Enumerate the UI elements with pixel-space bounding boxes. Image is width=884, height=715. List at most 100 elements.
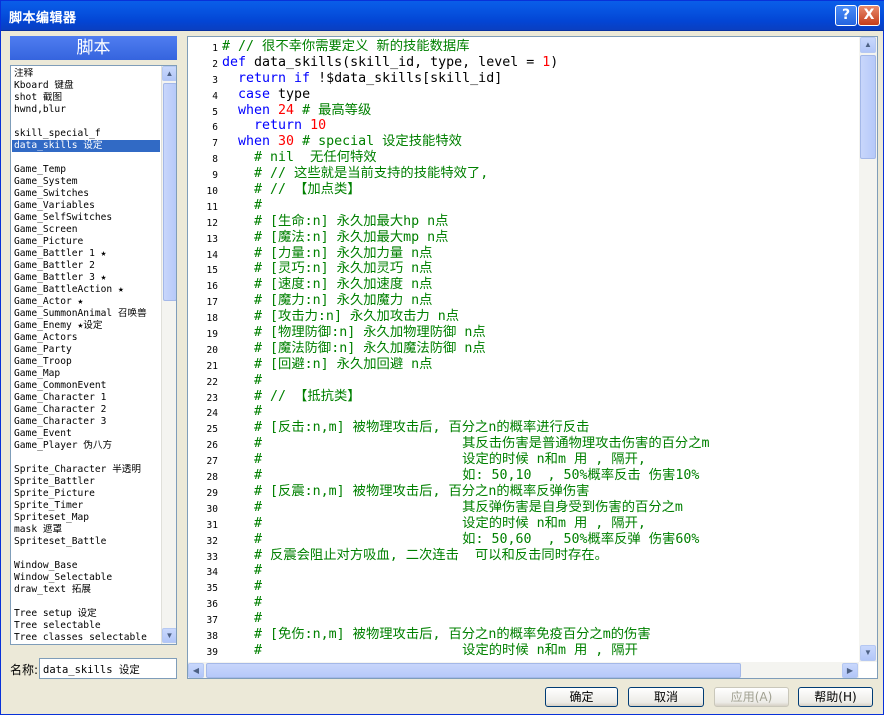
close-button[interactable]: X <box>858 5 880 26</box>
help-button[interactable]: 帮助(H) <box>798 687 873 707</box>
script-list-item[interactable]: Tree setup 设定 <box>12 608 160 620</box>
code-line[interactable]: 22 # <box>188 373 858 389</box>
help-title-button[interactable]: ? <box>835 5 857 26</box>
script-list-item[interactable]: Window_Selectable <box>12 572 160 584</box>
script-list-item[interactable]: Game_Character 3 <box>12 416 160 428</box>
title-bar[interactable]: 脚本编辑器 ? X <box>1 1 884 31</box>
script-list-item[interactable]: data_skills 设定 <box>12 140 160 152</box>
script-list-item[interactable]: hwnd,blur <box>12 104 160 116</box>
scroll-right-arrow-icon[interactable]: ▶ <box>842 663 858 678</box>
code-horizontal-scroll-thumb[interactable] <box>206 663 741 678</box>
script-list-item[interactable]: Sprite_Timer <box>12 500 160 512</box>
code-line[interactable]: 9 # // 这些就是当前支持的技能特效了, <box>188 166 858 182</box>
scroll-left-arrow-icon[interactable]: ◀ <box>188 663 204 678</box>
script-list-item[interactable]: Game_Switches <box>12 188 160 200</box>
script-list-scrollbar[interactable]: ▲ ▼ <box>161 66 176 644</box>
script-list-item[interactable]: mask 遮罩 <box>12 524 160 536</box>
script-list-item[interactable]: Game_Picture <box>12 236 160 248</box>
script-list-item[interactable]: Game_Actors <box>12 332 160 344</box>
script-list-item[interactable]: Kboard 键盘 <box>12 80 160 92</box>
code-line[interactable]: 26 # 其反击伤害是普通物理攻击伤害的百分之m <box>188 436 858 452</box>
code-line[interactable]: 10 # // 【加点类】 <box>188 182 858 198</box>
script-list-item[interactable]: Game_Player 伪八方 <box>12 440 160 452</box>
code-line[interactable]: 23 # // 【抵抗类】 <box>188 389 858 405</box>
code-vertical-scrollbar[interactable]: ▲ ▼ <box>859 37 877 662</box>
ok-button[interactable]: 确定 <box>545 687 618 707</box>
code-line[interactable]: 33 # 反震会阻止对方吸血, 二次连击 可以和反击同时存在。 <box>188 548 858 564</box>
cancel-button[interactable]: 取消 <box>628 687 704 707</box>
code-line[interactable]: 8 # nil 无任何特效 <box>188 150 858 166</box>
script-list-item[interactable]: Game_Temp <box>12 164 160 176</box>
script-list-item[interactable]: draw_text 拓展 <box>12 584 160 596</box>
code-line[interactable]: 7 when 30 # special 设定技能特效 <box>188 134 858 150</box>
script-list-item[interactable]: Tree selectable <box>12 620 160 632</box>
code-line[interactable]: 1 # // 很不幸你需要定义 新的技能数据库 <box>188 39 858 55</box>
script-list[interactable]: 注释 Kboard 键盘 shot 截图 hwnd,blur skill_special… <box>10 65 177 645</box>
code-line[interactable]: 29 # [反震:n,m] 被物理攻击后, 百分之n的概率反弹伤害 <box>188 484 858 500</box>
script-list-item[interactable]: Game_Enemy ★设定 <box>12 320 160 332</box>
code-line[interactable]: 38 # [免伤:n,m] 被物理攻击后, 百分之n的概率免疫百分之m的伤害 <box>188 627 858 643</box>
code-line[interactable]: 25 # [反击:n,m] 被物理攻击后, 百分之n的概率进行反击 <box>188 420 858 436</box>
code-line[interactable]: 34 # <box>188 563 858 579</box>
code-line[interactable]: 20 # [魔法防御:n] 永久加魔法防御 n点 <box>188 341 858 357</box>
code-line[interactable]: 39 # 设定的时候 n和m 用 , 隔开 <box>188 643 858 659</box>
script-list-item[interactable]: Game_System <box>12 176 160 188</box>
script-list-scroll-thumb[interactable] <box>163 83 176 301</box>
name-input[interactable]: data_skills 设定 <box>39 658 177 679</box>
code-line[interactable]: 5 when 24 # 最高等级 <box>188 103 858 119</box>
script-list-item[interactable]: Spriteset_Battle <box>12 536 160 548</box>
script-list-item[interactable]: Game_Battler 3 ★ <box>12 272 160 284</box>
code-vertical-scroll-thumb[interactable] <box>860 55 876 159</box>
script-list-item[interactable]: Sprite_Character 半透明 <box>12 464 160 476</box>
code-line[interactable]: 31 # 设定的时候 n和m 用 , 隔开, <box>188 516 858 532</box>
scroll-down-arrow-icon[interactable]: ▼ <box>162 628 176 643</box>
script-list-item[interactable]: Game_Map <box>12 368 160 380</box>
script-list-item[interactable]: Sprite_Picture <box>12 488 160 500</box>
code-line[interactable]: 19 # [物理防御:n] 永久加物理防御 n点 <box>188 325 858 341</box>
code-line[interactable]: 18 # [攻击力:n] 永久加攻击力 n点 <box>188 309 858 325</box>
code-line[interactable]: 17 # [魔力:n] 永久加魔力 n点 <box>188 293 858 309</box>
script-list-item[interactable]: skill_special_f <box>12 128 160 140</box>
script-list-item[interactable]: Game_Battler 1 ★ <box>12 248 160 260</box>
code-line[interactable]: 13 # [魔法:n] 永久加最大mp n点 <box>188 230 858 246</box>
script-list-item[interactable]: Game_Event <box>12 428 160 440</box>
script-list-item[interactable]: Sprite_Battler <box>12 476 160 488</box>
script-list-item[interactable]: shot 截图 <box>12 92 160 104</box>
script-list-item[interactable]: Game_CommonEvent <box>12 380 160 392</box>
code-line[interactable]: 2 def data_skills(skill_id, type, level =… <box>188 55 858 71</box>
script-list-item[interactable]: Game_Party <box>12 344 160 356</box>
code-horizontal-scrollbar[interactable]: ◀ ▶ <box>188 662 859 678</box>
code-line[interactable]: 21 # [回避:n] 永久加回避 n点 <box>188 357 858 373</box>
code-line[interactable]: 3 return if !$data_skills[skill_id] <box>188 71 858 87</box>
script-list-item[interactable]: Window_Base <box>12 560 160 572</box>
apply-button[interactable]: 应用(A) <box>714 687 789 707</box>
script-list-item[interactable]: Game_SummonAnimal 召唤兽 <box>12 308 160 320</box>
scroll-up-arrow-icon[interactable]: ▲ <box>162 66 176 81</box>
script-list-item[interactable]: Spriteset_Map <box>12 512 160 524</box>
code-line[interactable]: 32 # 如: 50,60 , 50%概率反弹 伤害60% <box>188 532 858 548</box>
script-list-item[interactable]: Game_Troop <box>12 356 160 368</box>
code-line[interactable]: 24 # <box>188 404 858 420</box>
script-list-item[interactable]: Tree classes selectable <box>12 632 160 644</box>
script-list-item[interactable]: Game_Character 2 <box>12 404 160 416</box>
code-editor[interactable]: 1 # // 很不幸你需要定义 新的技能数据库 2 def data_skills(s… <box>187 36 878 679</box>
code-line[interactable]: 4 case type <box>188 87 858 103</box>
code-line[interactable]: 36 # <box>188 595 858 611</box>
script-list-item[interactable]: Game_Actor ★ <box>12 296 160 308</box>
code-line[interactable]: 15 # [灵巧:n] 永久加灵巧 n点 <box>188 261 858 277</box>
scroll-up-arrow-icon[interactable]: ▲ <box>860 37 876 53</box>
code-line[interactable]: 30 # 其反弹伤害是自身受到伤害的百分之m <box>188 500 858 516</box>
code-line[interactable]: 28 # 如: 50,10 , 50%概率反击 伤害10% <box>188 468 858 484</box>
code-line[interactable]: 37 # <box>188 611 858 627</box>
script-list-item[interactable]: Game_SelfSwitches <box>12 212 160 224</box>
code-line[interactable]: 16 # [速度:n] 永久加速度 n点 <box>188 277 858 293</box>
script-list-item[interactable]: Game_Screen <box>12 224 160 236</box>
code-area[interactable]: 1 # // 很不幸你需要定义 新的技能数据库 2 def data_skills(s… <box>188 39 858 659</box>
script-list-item[interactable]: Game_Character 1 <box>12 392 160 404</box>
code-line[interactable]: 6 return 10 <box>188 118 858 134</box>
script-list-item[interactable]: Game_Variables <box>12 200 160 212</box>
scroll-down-arrow-icon[interactable]: ▼ <box>860 645 876 661</box>
code-line[interactable]: 14 # [力量:n] 永久加力量 n点 <box>188 246 858 262</box>
code-line[interactable]: 12 # [生命:n] 永久加最大hp n点 <box>188 214 858 230</box>
code-line[interactable]: 27 # 设定的时候 n和m 用 , 隔开, <box>188 452 858 468</box>
